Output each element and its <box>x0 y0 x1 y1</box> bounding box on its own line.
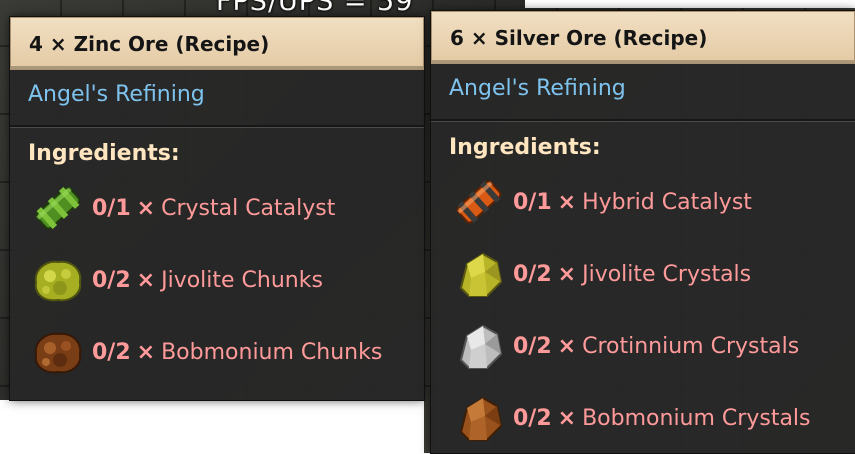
ingredient-row: 0/2 × Crotinnium Crystals <box>431 310 855 382</box>
ingredients-header: Ingredients: <box>449 135 601 160</box>
jivolite-chunks-icon <box>22 244 94 316</box>
bobmonium-crystals-icon <box>443 382 515 454</box>
bobmonium-chunks-icon <box>22 316 94 388</box>
crystal-catalyst-icon <box>22 172 94 244</box>
ingredient-name: Jivolite Chunks <box>161 267 323 293</box>
recipe-tooltip-zinc-ore: 4 × Zinc Ore (Recipe) Angel's Refining I… <box>10 17 424 400</box>
ingredient-name: Bobmonium Crystals <box>582 405 811 431</box>
ingredient-name: Crystal Catalyst <box>161 195 336 221</box>
ingredient-amount: 0/2 <box>513 333 552 359</box>
tooltip-category: Angel's Refining <box>10 70 424 127</box>
tooltip-category: Angel's Refining <box>431 64 855 121</box>
ingredient-row: 0/2 × Bobmonium Crystals <box>431 382 855 454</box>
ingredient-list: 0/1 × Crystal Catalyst 0/2 × Jivolite Chunks <box>10 172 424 388</box>
times-sign: × <box>557 261 577 287</box>
ingredient-row: 0/1 × Hybrid Catalyst <box>431 166 855 238</box>
ingredient-list: 0/1 × Hybrid Catalyst 0/2 × Jivolite Crystal… <box>431 166 855 454</box>
ingredient-row: 0/1 × Crystal Catalyst <box>10 172 424 244</box>
background-blank <box>525 0 855 8</box>
ingredient-amount: 0/2 <box>513 405 552 431</box>
tooltip-title: 4 × Zinc Ore (Recipe) <box>10 17 424 70</box>
crotinnium-crystals-icon <box>443 310 515 382</box>
ingredient-name: Crotinnium Crystals <box>582 333 800 359</box>
times-sign: × <box>557 405 577 431</box>
tooltip-title: 6 × Silver Ore (Recipe) <box>431 11 855 64</box>
ingredient-amount: 0/1 <box>513 189 552 215</box>
times-sign: × <box>136 267 156 293</box>
recipe-tooltip-silver-ore: 6 × Silver Ore (Recipe) Angel's Refining… <box>431 11 855 453</box>
jivolite-crystals-icon <box>443 238 515 310</box>
ingredient-name: Bobmonium Chunks <box>161 339 383 365</box>
times-sign: × <box>557 189 577 215</box>
ingredient-row: 0/2 × Jivolite Crystals <box>431 238 855 310</box>
ingredient-name: Jivolite Crystals <box>582 261 752 287</box>
ingredient-amount: 0/2 <box>92 267 131 293</box>
ingredient-name: Hybrid Catalyst <box>582 189 752 215</box>
ingredients-header: Ingredients: <box>28 141 180 166</box>
fps-counter: FPS/UPS = 59 <box>216 0 414 17</box>
ingredient-amount: 0/2 <box>513 261 552 287</box>
times-sign: × <box>557 333 577 359</box>
ingredient-row: 0/2 × Jivolite Chunks <box>10 244 424 316</box>
times-sign: × <box>136 195 156 221</box>
background-blank <box>0 400 424 453</box>
ingredient-row: 0/2 × Bobmonium Chunks <box>10 316 424 388</box>
times-sign: × <box>136 339 156 365</box>
hybrid-catalyst-icon <box>443 166 515 238</box>
ingredient-amount: 0/1 <box>92 195 131 221</box>
ingredient-amount: 0/2 <box>92 339 131 365</box>
